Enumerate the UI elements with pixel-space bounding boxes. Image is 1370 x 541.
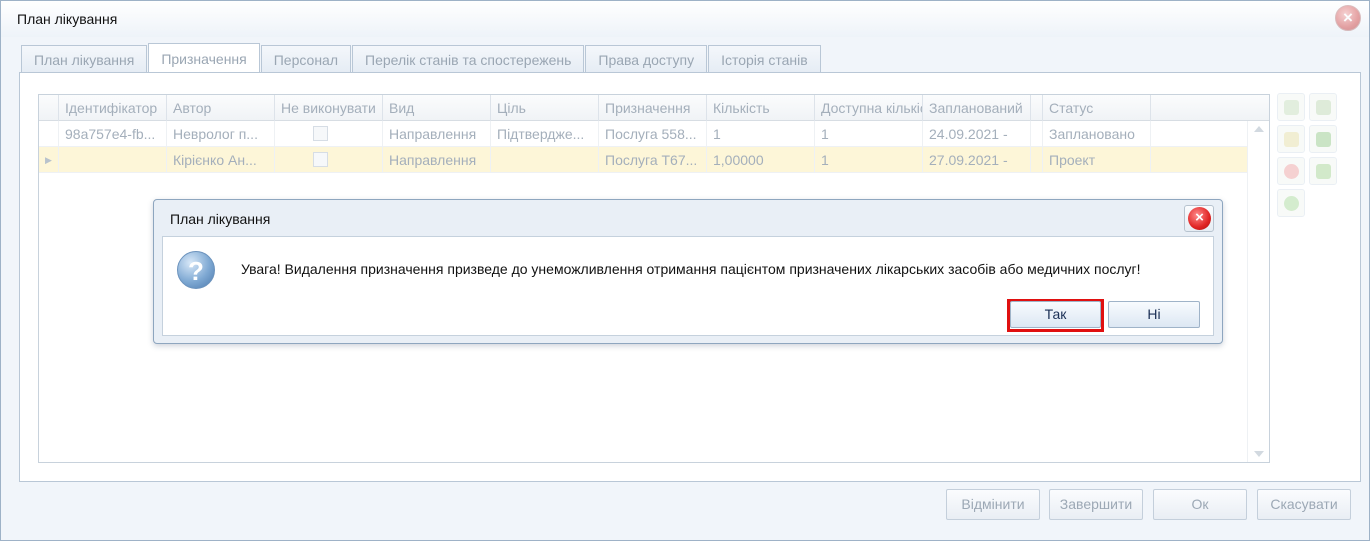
- cell-blank: [1031, 147, 1043, 173]
- current-row-arrow-icon: ▶: [39, 147, 59, 172]
- cell-status: Проект: [1043, 147, 1151, 173]
- edit-tools-icon[interactable]: [1309, 93, 1337, 121]
- column-header-goal[interactable]: Ціль: [491, 95, 599, 121]
- cell-do-not-execute: [275, 147, 383, 173]
- column-header-quantity[interactable]: Кількість: [707, 95, 815, 121]
- tab-bar: План лікування Призначення Персонал Пере…: [21, 43, 822, 73]
- tab-treatment-plan[interactable]: План лікування: [21, 45, 148, 73]
- do-not-execute-checkbox[interactable]: [313, 126, 328, 141]
- column-header-kind[interactable]: Вид: [383, 95, 491, 121]
- tab-condition-history[interactable]: Історія станів: [708, 45, 821, 73]
- cell-id: 98a757e4-fb...: [59, 121, 167, 147]
- flag-icon[interactable]: [1309, 157, 1337, 185]
- close-icon: ×: [1188, 207, 1211, 230]
- column-header-blank[interactable]: [1031, 95, 1043, 121]
- cell-planned: 27.09.2021 -: [923, 147, 1031, 173]
- main-window: План лікування × План лікування Призначе…: [0, 0, 1370, 541]
- table-row[interactable]: ▶ Кірієнко Ан... Направлення Послуга Т67…: [39, 147, 1247, 173]
- window-titlebar: План лікування ×: [1, 1, 1369, 37]
- cancel-button[interactable]: Скасувати: [1257, 489, 1351, 520]
- copy-icon[interactable]: [1277, 125, 1305, 153]
- column-header-planned[interactable]: Запланований: [923, 95, 1031, 121]
- confirm-dialog: План лікування × ? Увага! Видалення приз…: [153, 199, 1223, 344]
- cell-planned: 24.09.2021 -: [923, 121, 1031, 147]
- dialog-body: ? Увага! Видалення призначення призведе …: [162, 236, 1214, 336]
- cell-blank: [1031, 121, 1043, 147]
- dialog-title: План лікування: [170, 211, 271, 227]
- cell-quantity: 1,00000: [707, 147, 815, 173]
- cell-kind: Направлення: [383, 121, 491, 147]
- cell-available: 1: [815, 121, 923, 147]
- dialog-message: Увага! Видалення призначення призведе до…: [241, 261, 1141, 277]
- dialog-close-button[interactable]: ×: [1184, 205, 1214, 232]
- cell-kind: Направлення: [383, 147, 491, 173]
- tab-personnel[interactable]: Персонал: [260, 45, 351, 73]
- column-header-assignment[interactable]: Призначення: [599, 95, 707, 121]
- scroll-down-arrow-icon[interactable]: [1254, 451, 1264, 457]
- column-header-status[interactable]: Статус: [1043, 95, 1151, 121]
- cell-assignment: Послуга 558...: [599, 121, 707, 147]
- question-icon: ?: [177, 251, 215, 289]
- cell-author: Кірієнко Ан...: [167, 147, 275, 173]
- cell-quantity: 1: [707, 121, 815, 147]
- tab-access-rights[interactable]: Права доступу: [585, 45, 708, 73]
- do-not-execute-checkbox[interactable]: [313, 152, 328, 167]
- scroll-up-arrow-icon[interactable]: [1254, 126, 1264, 132]
- window-title: План лікування: [17, 11, 118, 27]
- ok-button[interactable]: Ок: [1153, 489, 1247, 520]
- cell-status: Заплановано: [1043, 121, 1151, 147]
- column-header-available[interactable]: Доступна кількість: [815, 95, 923, 121]
- cell-id: [59, 147, 167, 173]
- confirm-icon[interactable]: [1277, 189, 1305, 217]
- tab-conditions-observations[interactable]: Перелік станів та спостережень: [352, 45, 585, 73]
- add-document-icon[interactable]: [1277, 93, 1305, 121]
- yes-button[interactable]: Так: [1010, 301, 1101, 328]
- table-header: Ідентифікатор Автор Не виконувати Вид Ці…: [39, 95, 1269, 121]
- delete-icon[interactable]: [1277, 157, 1305, 185]
- refresh-icon[interactable]: [1309, 125, 1337, 153]
- row-indicator: [39, 121, 59, 146]
- column-header-author[interactable]: Автор: [167, 95, 275, 121]
- cell-goal: Підтвердже...: [491, 121, 599, 147]
- column-header-do-not-execute[interactable]: Не виконувати: [275, 95, 383, 121]
- column-header-id[interactable]: Ідентифікатор: [59, 95, 167, 121]
- window-close-icon[interactable]: ×: [1335, 5, 1361, 31]
- cancel-changes-button[interactable]: Відмінити: [946, 489, 1040, 520]
- tab-assignments[interactable]: Призначення: [148, 43, 260, 73]
- header-indicator: [39, 95, 59, 121]
- cell-assignment: Послуга Т67...: [599, 147, 707, 173]
- vertical-scrollbar[interactable]: [1247, 121, 1269, 462]
- cell-do-not-execute: [275, 121, 383, 147]
- cell-goal: [491, 147, 599, 173]
- no-button[interactable]: Ні: [1108, 301, 1200, 328]
- table-row[interactable]: 98a757e4-fb... Невролог п... Направлення…: [39, 121, 1247, 147]
- finish-button[interactable]: Завершити: [1049, 489, 1143, 520]
- cell-author: Невролог п...: [167, 121, 275, 147]
- cell-available: 1: [815, 147, 923, 173]
